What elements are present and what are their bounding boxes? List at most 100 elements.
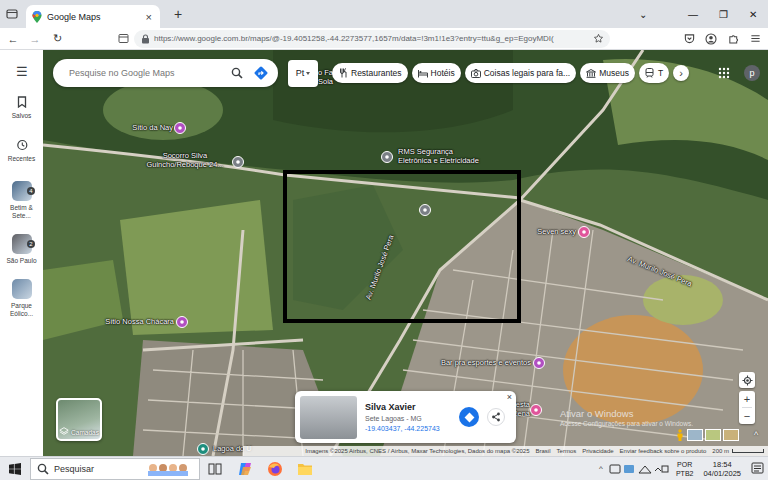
tray-expand-button[interactable]: ^ xyxy=(595,464,607,473)
keyboard-layout: PTB2 xyxy=(676,469,694,478)
account-avatar[interactable]: p xyxy=(744,65,760,81)
scale-bar[interactable]: 200 m xyxy=(712,448,764,454)
place-pin[interactable] xyxy=(197,443,209,455)
notifications-icon[interactable] xyxy=(746,462,768,475)
close-card-button[interactable]: × xyxy=(507,392,512,402)
sidebar-item[interactable]: 2São Paulo xyxy=(1,234,42,265)
search-input[interactable] xyxy=(67,67,222,79)
my-location-button[interactable] xyxy=(739,372,755,388)
forward-button[interactable]: → xyxy=(24,33,46,45)
tab-close-button[interactable]: × xyxy=(144,11,154,23)
place-coordinates: -19.403437, -44.225743 xyxy=(365,425,451,432)
toolbar: ←→↻ https://www.google.com.br/maps/@-19.4… xyxy=(0,28,768,50)
page-icon[interactable] xyxy=(116,33,130,44)
sidebar-item[interactable]: 4Betim & Sete... xyxy=(1,181,42,220)
tab-search-button[interactable]: ⌄ xyxy=(628,0,658,28)
place-icon xyxy=(536,360,542,366)
place-pin[interactable] xyxy=(176,316,188,328)
category-chip[interactable]: T xyxy=(639,63,669,83)
url-text: https://www.google.com.br/maps/@-19.4051… xyxy=(154,34,588,43)
directions-button[interactable] xyxy=(459,407,479,427)
place-pin[interactable] xyxy=(381,151,393,163)
language-selector[interactable]: Pt xyxy=(288,60,318,87)
system-tray-icon[interactable] xyxy=(607,463,671,475)
sidebar-item[interactable]: Parque Eólico... xyxy=(1,279,42,318)
windows-start-icon[interactable] xyxy=(0,457,30,480)
footer-link[interactable]: Brasil xyxy=(536,448,551,454)
expand-button[interactable]: ^ xyxy=(749,430,763,440)
pocket-icon[interactable] xyxy=(678,33,700,44)
place-icon xyxy=(422,207,428,213)
taskbar: Pesquisar^PORPTB218:5404/01/2025 xyxy=(0,456,768,480)
close-button[interactable]: ✕ xyxy=(738,0,768,28)
taskbar-search[interactable]: Pesquisar xyxy=(30,458,200,480)
sidebar-item[interactable]: Recentes xyxy=(1,138,42,163)
footer-link[interactable]: Termos xyxy=(557,448,577,454)
count-badge: 4 xyxy=(27,187,34,195)
place-label[interactable]: Sítio Nossa Chácara xyxy=(105,317,174,326)
layers-button[interactable]: Camadas xyxy=(56,398,102,441)
place-pin[interactable] xyxy=(174,122,186,134)
search-icon[interactable] xyxy=(230,67,244,79)
place-icon xyxy=(200,446,206,452)
menu-button[interactable]: ☰ xyxy=(16,64,28,79)
search-box[interactable] xyxy=(53,59,278,87)
task-view-icon[interactable] xyxy=(200,463,230,475)
dropdown-arrow-icon xyxy=(306,72,310,75)
transit-icon xyxy=(645,68,655,78)
place-label[interactable]: Sítio da Nay xyxy=(132,123,173,132)
place-pin[interactable] xyxy=(533,357,545,369)
map-type-thumbnail[interactable] xyxy=(687,429,703,441)
layers-label: Camadas xyxy=(71,429,99,436)
place-pin[interactable] xyxy=(419,204,431,216)
bookmark-star-icon[interactable] xyxy=(592,33,604,44)
back-button[interactable]: ← xyxy=(2,33,24,45)
zoom-in-button[interactable]: + xyxy=(744,391,750,407)
menu-icon[interactable] xyxy=(744,33,766,44)
category-chip[interactable]: Hotéis xyxy=(412,63,461,83)
place-label[interactable]: Seven sexy xyxy=(537,227,576,236)
zoom-out-button[interactable]: − xyxy=(744,408,750,424)
category-chip[interactable]: Coisas legais para fa... xyxy=(465,63,576,83)
footer-link[interactable]: Privacidade xyxy=(582,448,613,454)
taskbar-search-label: Pesquisar xyxy=(54,464,140,474)
chips-scroll-button[interactable]: › xyxy=(673,65,689,81)
place-label[interactable]: RMS SegurançaEletrônica e Eletricidade xyxy=(398,147,479,165)
museum-icon xyxy=(586,69,596,78)
input-language[interactable]: PORPTB2 xyxy=(671,460,699,478)
address-field[interactable]: https://www.google.com.br/maps/@-19.4051… xyxy=(134,30,610,48)
file-explorer-icon[interactable] xyxy=(290,462,320,476)
new-tab-button[interactable]: + xyxy=(166,6,190,22)
category-chip[interactable]: Restaurantes xyxy=(332,63,408,83)
reload-button[interactable]: ↻ xyxy=(46,32,68,45)
firefox-icon[interactable] xyxy=(260,461,290,477)
language-code: POR xyxy=(677,460,692,469)
map[interactable]: o FaSola Sítio da Nay Socorro SilvaGuincho… xyxy=(43,50,768,456)
place-label[interactable]: Socorro SilvaGuincho/Reboque 24... xyxy=(135,151,235,169)
activation-watermark: Ativar o WindowsAcesse Configurações par… xyxy=(560,408,693,427)
sidebar-item[interactable]: Salvos xyxy=(1,95,42,120)
apps-grid-icon[interactable] xyxy=(716,67,732,79)
place-pin[interactable] xyxy=(530,404,542,416)
directions-icon[interactable] xyxy=(252,65,270,81)
place-label[interactable]: Bar pra esportes e eventos xyxy=(441,358,531,367)
copilot-icon[interactable] xyxy=(230,461,260,477)
place-card[interactable]: Silva XavierSete Lagoas - MG-19.403437, … xyxy=(295,391,516,443)
pegman-icon[interactable] xyxy=(675,429,685,441)
footer-link[interactable]: Enviar feedback sobre o produto xyxy=(620,448,707,454)
account-icon[interactable] xyxy=(700,33,722,45)
map-type-thumbnail[interactable] xyxy=(705,429,721,441)
clock[interactable]: 18:5404/01/2025 xyxy=(698,460,746,478)
map-type-thumbnail[interactable] xyxy=(723,429,739,441)
tab-list-icon[interactable] xyxy=(4,3,20,25)
place-label[interactable]: o FaSola xyxy=(318,68,333,86)
minimize-button[interactable]: — xyxy=(678,0,708,28)
share-button[interactable] xyxy=(487,408,505,426)
place-pin[interactable] xyxy=(578,226,590,238)
browser-tab[interactable]: Google Maps× xyxy=(26,5,160,28)
category-chip[interactable]: Museus xyxy=(580,63,635,83)
watermark-title: Ativar o Windows xyxy=(560,408,693,419)
extensions-icon[interactable] xyxy=(722,33,744,44)
maximize-button[interactable]: ❐ xyxy=(708,0,738,28)
place-pin[interactable] xyxy=(232,156,244,168)
